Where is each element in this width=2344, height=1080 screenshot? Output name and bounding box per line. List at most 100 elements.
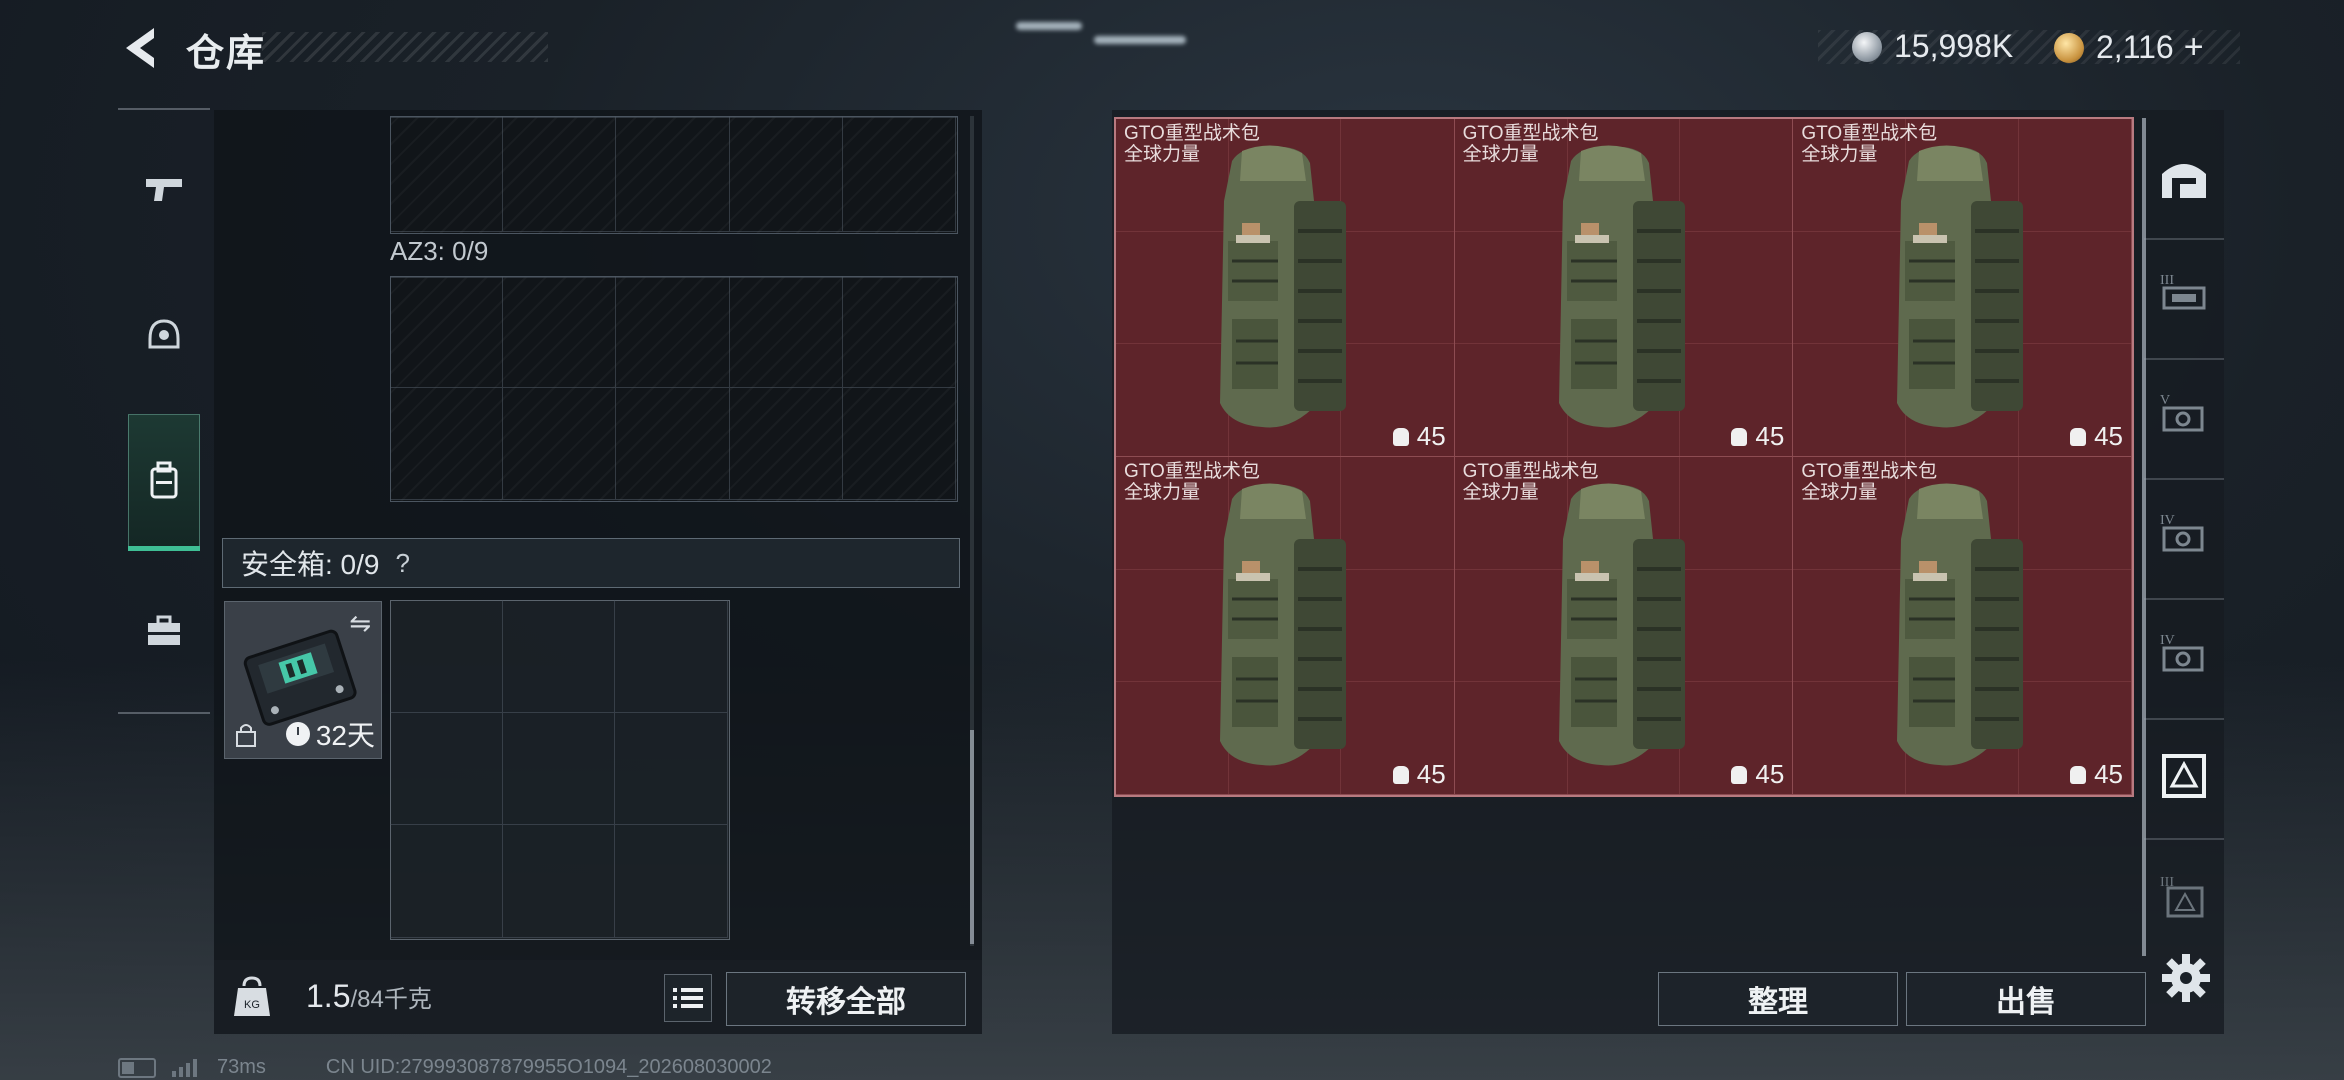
rail-tier-iv-armor[interactable]: IV xyxy=(2152,502,2216,566)
rail-safehouse[interactable] xyxy=(2152,148,2216,212)
rail-tier-v-armor[interactable]: V xyxy=(2152,382,2216,446)
nav-weapons[interactable] xyxy=(128,146,200,232)
pistol-icon xyxy=(146,179,182,201)
az3-label: AZ3: 0/9 xyxy=(390,236,489,266)
bag-capacity-icon xyxy=(1392,765,1409,784)
back-button[interactable] xyxy=(116,22,166,74)
item-capacity: 45 xyxy=(1731,759,1784,790)
item-count: 45 xyxy=(1755,421,1785,451)
item-slot[interactable]: GTO重型战术包 全球力量 45 xyxy=(1116,119,1455,457)
lock-icon xyxy=(235,721,257,752)
nav-equipment[interactable] xyxy=(128,292,200,378)
timer-text: 32天 xyxy=(315,720,375,751)
item-slot[interactable]: GTO重型战术包 全球力量 45 xyxy=(1793,457,2132,795)
tier-v-armor-icon: V xyxy=(2160,393,2204,432)
item-slot[interactable]: GTO重型战术包 全球力量 45 xyxy=(1454,457,1794,795)
backpack-image xyxy=(1558,483,1685,766)
rail-backpack-tier[interactable] xyxy=(2152,744,2216,808)
backpack-image xyxy=(1897,483,2024,766)
silver-value: 15,998K xyxy=(1894,28,2014,64)
item-slot[interactable]: GTO重型战术包 全球力量 45 xyxy=(1116,457,1455,795)
weight-value: 1.5 xyxy=(306,978,351,1014)
silver-currency: 15,998K xyxy=(1852,28,2013,65)
az3-grid-cells xyxy=(390,276,956,500)
ceiling-light xyxy=(1094,36,1186,44)
nav-supplies[interactable] xyxy=(128,588,200,674)
item-subtitle: 全球力量 xyxy=(1801,144,1878,165)
item-count: 45 xyxy=(2094,421,2123,451)
tier-iii-backpack-icon: III xyxy=(2160,875,2204,918)
item-capacity: 45 xyxy=(2070,421,2123,452)
weight-max: /84千克 xyxy=(350,986,432,1013)
rail-tier-iv-armor-2[interactable]: IV xyxy=(2152,622,2216,686)
gold-currency: 2,116 + xyxy=(2054,28,2204,67)
item-capacity: 45 xyxy=(1392,421,1446,452)
backpack-image xyxy=(1220,145,1346,428)
svg-text:IV: IV xyxy=(2160,513,2175,528)
gold-coin-icon xyxy=(2054,32,2084,63)
item-slot[interactable]: GTO重型战术包 全球力量 45 xyxy=(1793,119,2132,457)
gold-value: 2,116 xyxy=(2096,29,2174,65)
help-button[interactable]: ? xyxy=(395,548,409,579)
item-subtitle: 全球力量 xyxy=(1801,482,1878,503)
item-count: 45 xyxy=(1416,759,1446,789)
weight-readout: 1.5/84千克 xyxy=(306,978,432,1015)
rail-divider xyxy=(2144,598,2224,600)
safe-box-header: 安全箱: 0/9 ? xyxy=(222,538,960,588)
safe-box-slot[interactable]: ⇋ 32天 xyxy=(224,601,382,759)
active-indicator xyxy=(128,546,200,551)
ceiling-light xyxy=(1016,22,1082,30)
expiry-timer: 32天 xyxy=(285,714,375,754)
item-capacity: 45 xyxy=(1731,421,1784,452)
bag-capacity-icon xyxy=(1731,765,1748,784)
bag-capacity-icon xyxy=(1392,427,1409,446)
storage-scroll-thumb[interactable] xyxy=(970,730,974,944)
item-subtitle: 全球力量 xyxy=(1124,482,1201,503)
rail-divider xyxy=(2144,238,2224,240)
toolbox-icon xyxy=(148,615,180,645)
page-title: 仓库 xyxy=(186,33,267,75)
list-icon xyxy=(673,988,703,1008)
clock-icon xyxy=(285,722,310,746)
item-capacity: 45 xyxy=(2070,759,2123,790)
item-count: 45 xyxy=(1416,421,1446,451)
item-subtitle: 全球力量 xyxy=(1462,482,1539,503)
item-slot[interactable]: GTO重型战术包 全球力量 45 xyxy=(1454,119,1794,457)
tier-iv-armor-icon: IV xyxy=(2160,513,2204,552)
organize-button[interactable]: 整理 xyxy=(1658,972,1898,1026)
latency-text: 73ms xyxy=(217,1056,266,1078)
svg-text:III: III xyxy=(2160,273,2174,288)
title-decoration xyxy=(262,32,548,62)
add-currency-button[interactable]: + xyxy=(2184,28,2204,67)
tier-iii-armor-icon: III xyxy=(2160,273,2206,310)
container-grid-top-cells xyxy=(390,116,956,232)
item-subtitle: 全球力量 xyxy=(1462,144,1539,165)
bag-capacity-icon xyxy=(2070,427,2087,446)
settings-gear-icon[interactable] xyxy=(2160,952,2212,1004)
swap-icon[interactable]: ⇋ xyxy=(349,608,371,639)
nav-backpack[interactable] xyxy=(128,414,200,551)
bag-capacity-icon xyxy=(2070,765,2087,784)
safe-box-label: 安全箱: 0/9 xyxy=(241,549,380,580)
uid-text: CN UID:279993087879955O1094_202608030002 xyxy=(325,1056,772,1078)
item-subtitle: 全球力量 xyxy=(1124,144,1201,165)
tier-iv-armor-icon: IV xyxy=(2160,633,2204,672)
item-grid: GTO重型战术包 全球力量 45 GTO重型战术包 全球力量 45 GTO重型战… xyxy=(1114,117,2134,797)
rail-tier-iii-armor[interactable]: III xyxy=(2152,262,2216,326)
bag-capacity-icon xyxy=(1731,427,1748,446)
list-view-button[interactable] xyxy=(664,974,712,1022)
rail-divider xyxy=(2144,838,2224,840)
nav-divider xyxy=(118,108,210,110)
rail-tier-iii-backpack[interactable]: III xyxy=(2152,864,2216,928)
safe-box-grid-cells xyxy=(390,600,728,938)
svg-text:KG: KG xyxy=(244,999,260,1011)
item-count: 45 xyxy=(1755,759,1785,789)
transfer-all-button[interactable]: 转移全部 xyxy=(726,972,966,1026)
helmet-icon xyxy=(148,319,180,349)
sell-button[interactable]: 出售 xyxy=(1906,972,2146,1026)
nav-divider xyxy=(118,712,210,714)
backpack-image xyxy=(1897,145,2024,428)
inventory-scrollbar[interactable] xyxy=(2142,118,2146,956)
rail-divider xyxy=(2144,718,2224,720)
back-arrow-icon xyxy=(126,28,154,68)
